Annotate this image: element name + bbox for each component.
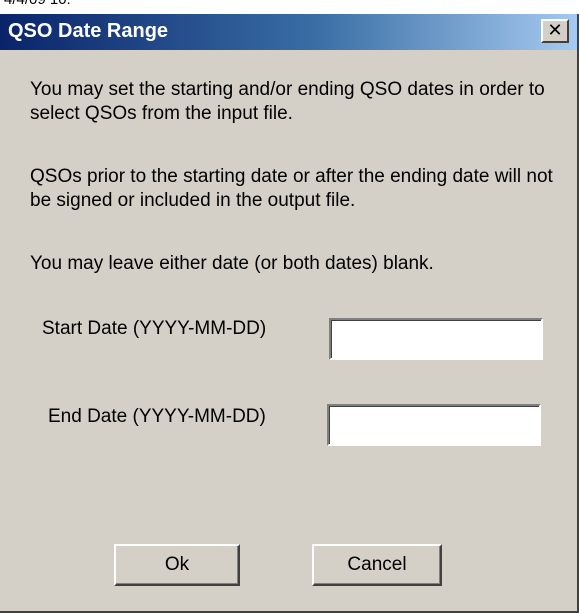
dialog-title: QSO Date Range (8, 20, 169, 42)
start-date-label: Start Date (YYYY-MM-DD) (42, 318, 267, 339)
end-date-input[interactable] (327, 404, 541, 446)
qso-date-range-dialog: QSO Date Range ✕ You may set the startin… (0, 14, 579, 613)
cancel-button[interactable]: Cancel (312, 544, 442, 586)
instruction-text-3: You may leave either date (or both dates… (30, 253, 434, 274)
end-date-label: End Date (YYYY-MM-DD) (48, 406, 266, 427)
background-window-text: 4/4/09 10: (4, 0, 71, 8)
instruction-text-1: You may set the starting and/or ending Q… (30, 79, 545, 124)
close-icon: ✕ (547, 20, 563, 40)
instruction-text-2: QSOs prior to the starting date or after… (30, 166, 553, 211)
ok-button[interactable]: Ok (114, 544, 240, 586)
title-bar[interactable]: QSO Date Range ✕ (0, 14, 577, 50)
close-button[interactable]: ✕ (541, 19, 569, 43)
start-date-input[interactable] (329, 318, 543, 360)
